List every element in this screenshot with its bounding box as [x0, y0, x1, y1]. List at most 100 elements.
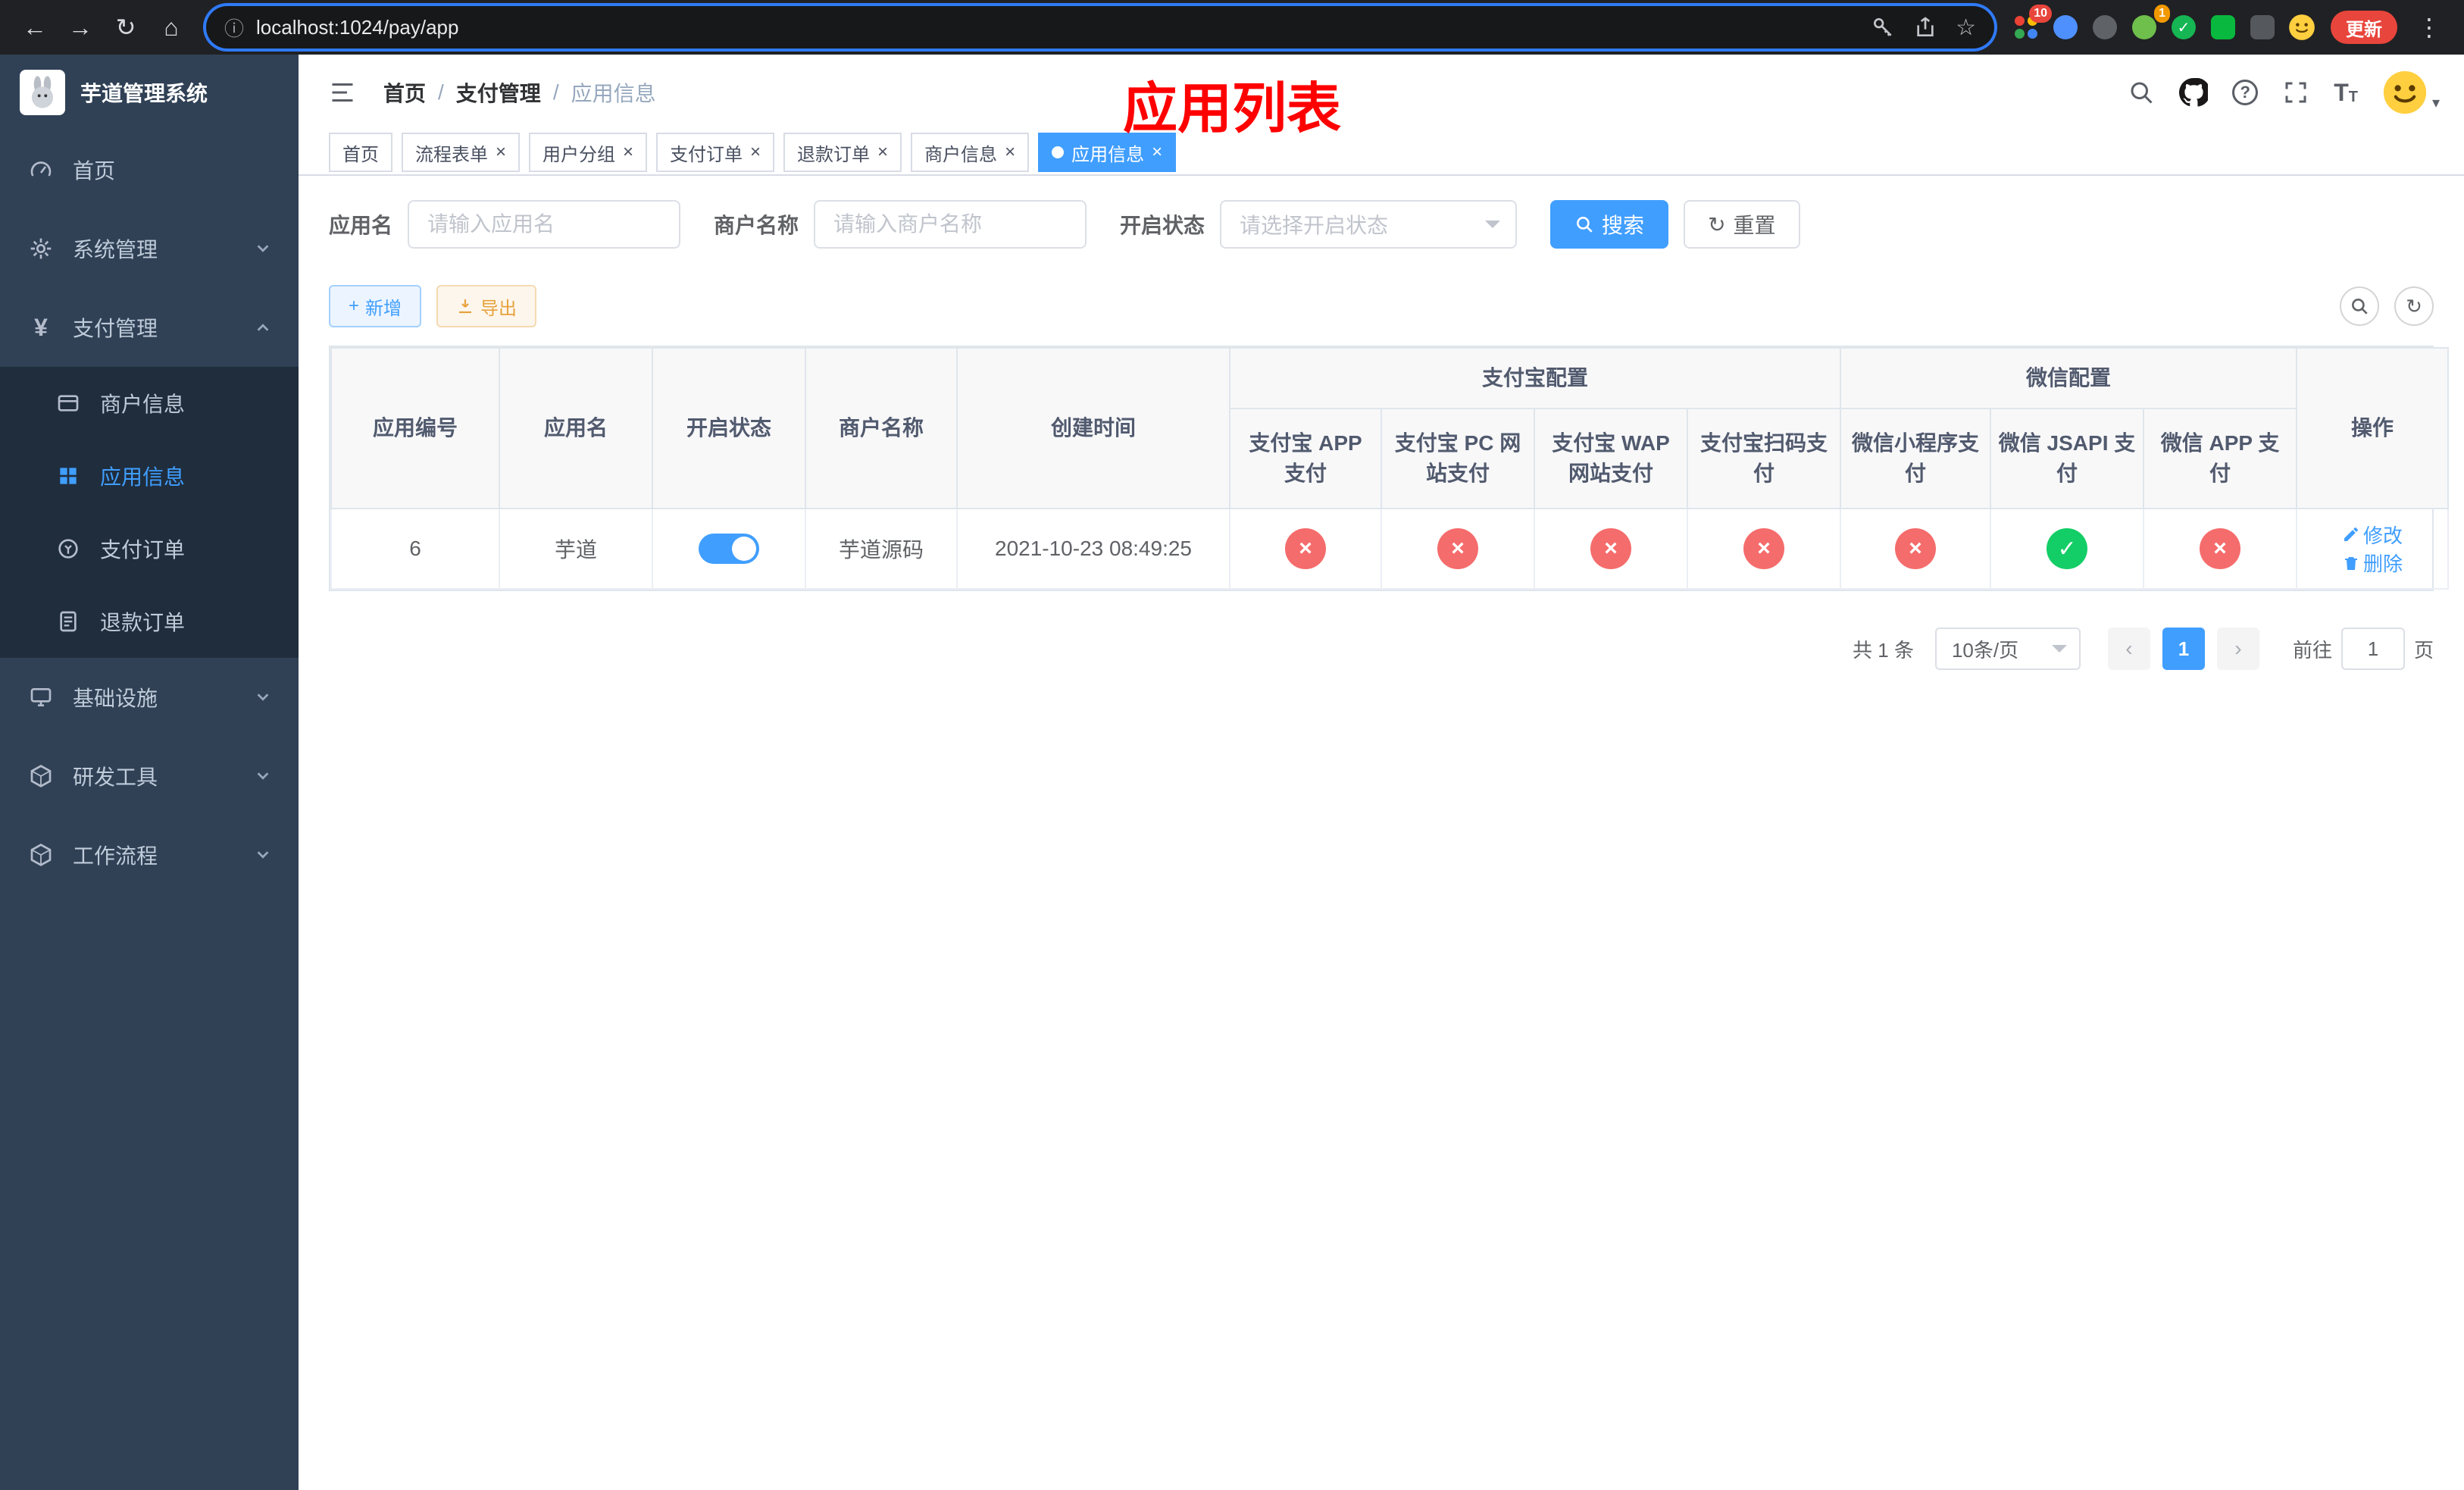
extension-avatar-icon[interactable]: 1	[2128, 5, 2170, 44]
page-number-button[interactable]: 1	[2162, 628, 2205, 670]
browser-update-button[interactable]: 更新	[2331, 11, 2397, 44]
search-icon[interactable]	[2128, 79, 2155, 106]
close-icon[interactable]: ×	[877, 143, 888, 161]
status-select[interactable]: 请选择开启状态	[1220, 200, 1518, 249]
font-size-icon[interactable]: TT	[2334, 80, 2358, 105]
chevron-down-icon	[255, 240, 271, 257]
url-bar[interactable]: ⓘ localhost:1024/pay/app ☆	[206, 6, 1994, 49]
sidebar-item-merchant-info[interactable]: 商户信息	[0, 367, 299, 440]
rabbit-logo	[20, 70, 65, 115]
cell-app-id: 6	[330, 508, 500, 590]
tab-user-group[interactable]: 用户分组 ×	[529, 133, 648, 172]
sidebar-item-infra[interactable]: 基础设施	[0, 658, 299, 737]
reload-icon[interactable]: ↻	[103, 5, 149, 50]
status-toggle[interactable]	[699, 534, 759, 564]
sidebar-item-label: 研发工具	[73, 765, 158, 789]
cell-wechat-app: ×	[2143, 508, 2298, 590]
monitor-icon	[27, 685, 55, 709]
coin-icon	[55, 537, 82, 561]
cell-create-time: 2021-10-23 08:49:25	[956, 508, 1230, 590]
sidebar-item-refund-order[interactable]: 退款订单	[0, 585, 299, 658]
cell-merchant: 芋道源码	[805, 508, 958, 590]
close-icon[interactable]: ×	[623, 143, 633, 161]
tab-merchant-info[interactable]: 商户信息 ×	[911, 133, 1030, 172]
tab-home[interactable]: 首页	[329, 133, 392, 172]
app-logo-row[interactable]: 芋道管理系统	[0, 55, 299, 130]
add-button[interactable]: + 新增	[329, 285, 422, 327]
help-icon[interactable]: ?	[2232, 80, 2259, 105]
sidebar-item-system[interactable]: 系统管理	[0, 209, 299, 288]
col-header-merchant: 商户名称	[805, 347, 958, 509]
password-key-icon[interactable]	[1871, 15, 1895, 39]
home-icon[interactable]: ⌂	[149, 5, 194, 50]
delete-label: 删除	[2363, 552, 2403, 575]
sidebar-item-pay-order[interactable]: 支付订单	[0, 512, 299, 585]
sidebar-item-payment[interactable]: ¥ 支付管理	[0, 288, 299, 367]
bookmark-star-icon[interactable]: ☆	[1956, 14, 1976, 41]
close-icon[interactable]: ×	[750, 143, 761, 161]
merchant-name-input[interactable]	[814, 200, 1087, 249]
tab-refund-order[interactable]: 退款订单 ×	[783, 133, 902, 172]
search-button-label: 搜索	[1602, 214, 1645, 237]
page-info-icon[interactable]: ⓘ	[224, 14, 244, 42]
pagination-goto: 前往 页	[2293, 628, 2434, 670]
tab-label: 流程表单	[415, 144, 488, 165]
app-name-label: 应用名	[329, 214, 393, 237]
tab-label: 支付订单	[670, 144, 743, 165]
navbar: 首页 / 支付管理 / 应用信息 ? TT ▾	[299, 55, 2464, 130]
extension-grid-icon[interactable]: 10	[2009, 5, 2052, 44]
extension-pin-icon[interactable]	[2049, 11, 2082, 44]
tags-view: 首页 流程表单 × 用户分组 × 支付订单 × 退款订单 × 商户信息 × 应用…	[299, 130, 2464, 176]
extension-puzzle-icon[interactable]	[2246, 11, 2279, 44]
sidebar-item-app-info[interactable]: 应用信息	[0, 440, 299, 512]
workflow-icon	[27, 843, 55, 867]
delete-button[interactable]: 删除	[2342, 549, 2403, 577]
cell-wechat-mini: ×	[1840, 508, 1992, 590]
col-header-wechat-app: 微信 APP 支付	[2143, 408, 2298, 509]
edit-button[interactable]: 修改	[2342, 521, 2403, 549]
sidebar-item-home[interactable]: 首页	[0, 130, 299, 209]
user-avatar[interactable]: ▾	[2382, 70, 2440, 115]
breadcrumb-payment[interactable]: 支付管理	[456, 77, 541, 108]
close-icon[interactable]: ×	[496, 143, 506, 161]
reset-button[interactable]: ↻ 重置	[1684, 200, 1800, 249]
next-page-button[interactable]: ›	[2216, 628, 2259, 670]
breadcrumb-home[interactable]: 首页	[383, 77, 426, 108]
hamburger-icon[interactable]	[323, 73, 362, 112]
sidebar-item-label: 支付管理	[73, 317, 158, 340]
export-button[interactable]: 导出	[436, 285, 537, 327]
dashboard-icon	[27, 158, 55, 182]
goto-page-input[interactable]	[2340, 628, 2405, 670]
tab-process-form[interactable]: 流程表单 ×	[402, 133, 521, 172]
extension-green-icon[interactable]	[2206, 11, 2240, 44]
extension-check-icon[interactable]: ✓	[2167, 11, 2200, 44]
search-button[interactable]: 搜索	[1550, 200, 1669, 249]
back-icon[interactable]: ←	[12, 5, 58, 50]
page-size-select[interactable]: 10条/页	[1934, 628, 2081, 670]
tab-label: 首页	[342, 144, 379, 165]
reload-glyph: ↻	[115, 14, 136, 41]
tab-pay-order[interactable]: 支付订单 ×	[656, 133, 775, 172]
close-icon[interactable]: ×	[1005, 143, 1015, 161]
share-icon[interactable]	[1913, 15, 1937, 39]
breadcrumb-separator: /	[438, 80, 444, 104]
extension-dark-icon[interactable]	[2088, 11, 2122, 44]
sidebar-item-workflow[interactable]: 工作流程	[0, 815, 299, 894]
page-unit-label: 页	[2413, 638, 2434, 662]
toolbar-right: ↻	[2340, 286, 2434, 326]
cell-alipay-pc: ×	[1381, 508, 1535, 590]
toggle-search-button[interactable]	[2340, 286, 2379, 326]
refresh-table-button[interactable]: ↻	[2394, 286, 2434, 326]
sidebar-item-devtools[interactable]: 研发工具	[0, 737, 299, 815]
col-header-app-name: 应用名	[499, 347, 653, 509]
tab-app-info[interactable]: 应用信息 ×	[1038, 133, 1177, 172]
close-icon[interactable]: ×	[1152, 143, 1162, 161]
emoji-extension-icon[interactable]	[2285, 11, 2319, 44]
refresh-icon: ↻	[1708, 212, 1726, 236]
prev-page-button[interactable]: ‹	[2107, 628, 2150, 670]
browser-menu-icon[interactable]: ⋮	[2406, 5, 2452, 50]
fullscreen-icon[interactable]	[2282, 79, 2309, 106]
app-name-input[interactable]	[408, 200, 681, 249]
github-icon[interactable]	[2179, 78, 2209, 107]
forward-icon[interactable]: →	[58, 5, 103, 50]
